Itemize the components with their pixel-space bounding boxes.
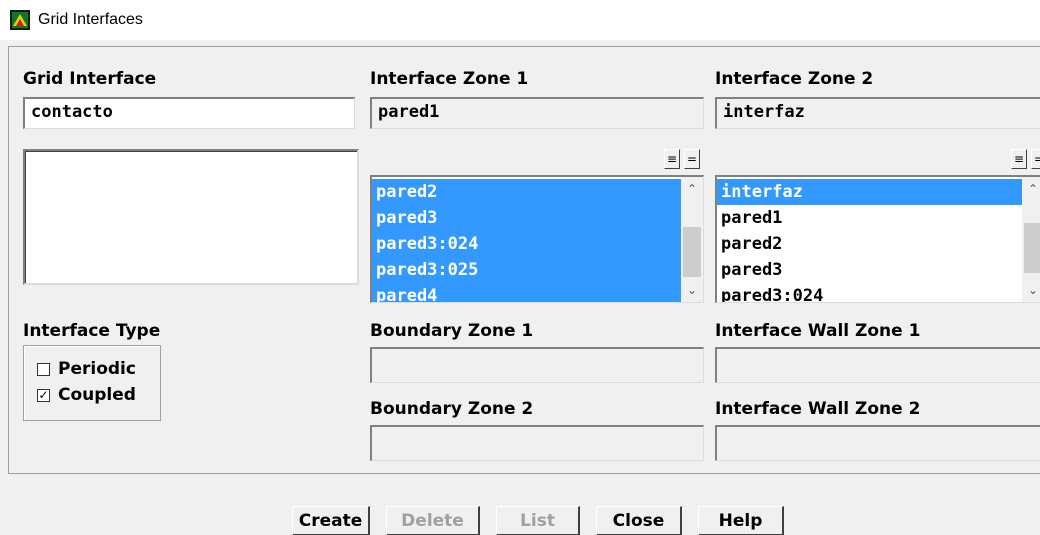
create-button[interactable]: Create — [292, 506, 370, 535]
scroll-up-icon[interactable]: ⌃ — [1022, 179, 1040, 199]
list-item[interactable]: pared3:024 — [717, 283, 1022, 302]
periodic-checkbox[interactable] — [37, 362, 50, 376]
delete-button[interactable]: Delete — [386, 506, 480, 535]
select-all-icon[interactable]: ≡ — [1011, 149, 1027, 169]
interface-zone-2-list[interactable]: interfaz pared1 pared2 pared3 pared3:024… — [715, 175, 1040, 303]
window-title: Grid Interfaces — [38, 11, 143, 28]
periodic-option[interactable]: Periodic — [37, 359, 136, 379]
interface-zone-2-field: interfaz — [715, 97, 1040, 129]
grid-interfaces-window: Grid Interfaces Grid Interface contacto … — [0, 0, 1040, 535]
close-button[interactable]: Close — [596, 506, 682, 535]
list-item[interactable]: pared2 — [372, 179, 681, 205]
scroll-down-icon[interactable]: ⌄ — [1022, 280, 1040, 300]
zone-2-select-buttons: ≡ = — [1011, 149, 1040, 169]
list-item[interactable]: pared1 — [717, 205, 1022, 231]
list-item[interactable]: pared2 — [717, 231, 1022, 257]
boundary-zone-2-field — [370, 425, 704, 461]
list-button[interactable]: List — [496, 506, 580, 535]
boundary-zone-1-field — [370, 347, 704, 383]
interface-zone-2-label: Interface Zone 2 — [715, 69, 874, 89]
coupled-option[interactable]: ✓ Coupled — [37, 385, 136, 405]
list-item[interactable]: pared3 — [717, 257, 1022, 283]
interface-zone-1-list[interactable]: pared2 pared3 pared3:024 pared3:025 pare… — [370, 175, 704, 303]
button-bar: Create Delete List Close Help — [0, 498, 1040, 535]
interface-type-label: Interface Type — [23, 321, 161, 341]
interface-zone-1-field: pared1 — [370, 97, 704, 129]
list-item[interactable]: pared3 — [372, 205, 681, 231]
deselect-all-icon[interactable]: = — [684, 149, 700, 169]
grid-interface-input[interactable]: contacto — [23, 97, 355, 129]
deselect-all-icon[interactable]: = — [1031, 149, 1040, 169]
list-item[interactable]: interfaz — [717, 179, 1022, 205]
select-all-icon[interactable]: ≡ — [664, 149, 680, 169]
interface-wall-zone-1-field — [715, 347, 1040, 383]
scroll-thumb[interactable] — [1024, 223, 1040, 273]
grid-interface-label: Grid Interface — [23, 69, 157, 89]
scroll-up-icon[interactable]: ⌃ — [681, 179, 703, 199]
main-panel: Grid Interface contacto Interface Zone 1… — [8, 46, 1040, 474]
periodic-label: Periodic — [58, 359, 136, 379]
boundary-zone-1-label: Boundary Zone 1 — [370, 321, 534, 341]
title-bar: Grid Interfaces — [0, 0, 1040, 40]
coupled-label: Coupled — [58, 385, 136, 405]
interface-type-group — [23, 345, 161, 421]
boundary-zone-2-label: Boundary Zone 2 — [370, 399, 534, 419]
zone-1-scrollbar[interactable]: ⌃ ⌄ — [681, 177, 703, 302]
scroll-down-icon[interactable]: ⌄ — [681, 280, 703, 300]
interface-wall-zone-1-label: Interface Wall Zone 1 — [715, 321, 921, 341]
grid-interface-list[interactable] — [23, 149, 359, 285]
list-item[interactable]: pared3:024 — [372, 231, 681, 257]
coupled-checkbox[interactable]: ✓ — [37, 388, 50, 402]
zone-2-scrollbar[interactable]: ⌃ ⌄ — [1022, 177, 1040, 302]
fluent-app-icon — [10, 10, 30, 30]
zone-1-select-buttons: ≡ = — [664, 149, 700, 169]
help-button[interactable]: Help — [698, 506, 784, 535]
scroll-thumb[interactable] — [683, 227, 701, 277]
interface-wall-zone-2-label: Interface Wall Zone 2 — [715, 399, 921, 419]
list-item[interactable]: pared4 — [372, 283, 681, 302]
interface-zone-1-label: Interface Zone 1 — [370, 69, 529, 89]
list-item[interactable]: pared3:025 — [372, 257, 681, 283]
interface-wall-zone-2-field — [715, 425, 1040, 461]
